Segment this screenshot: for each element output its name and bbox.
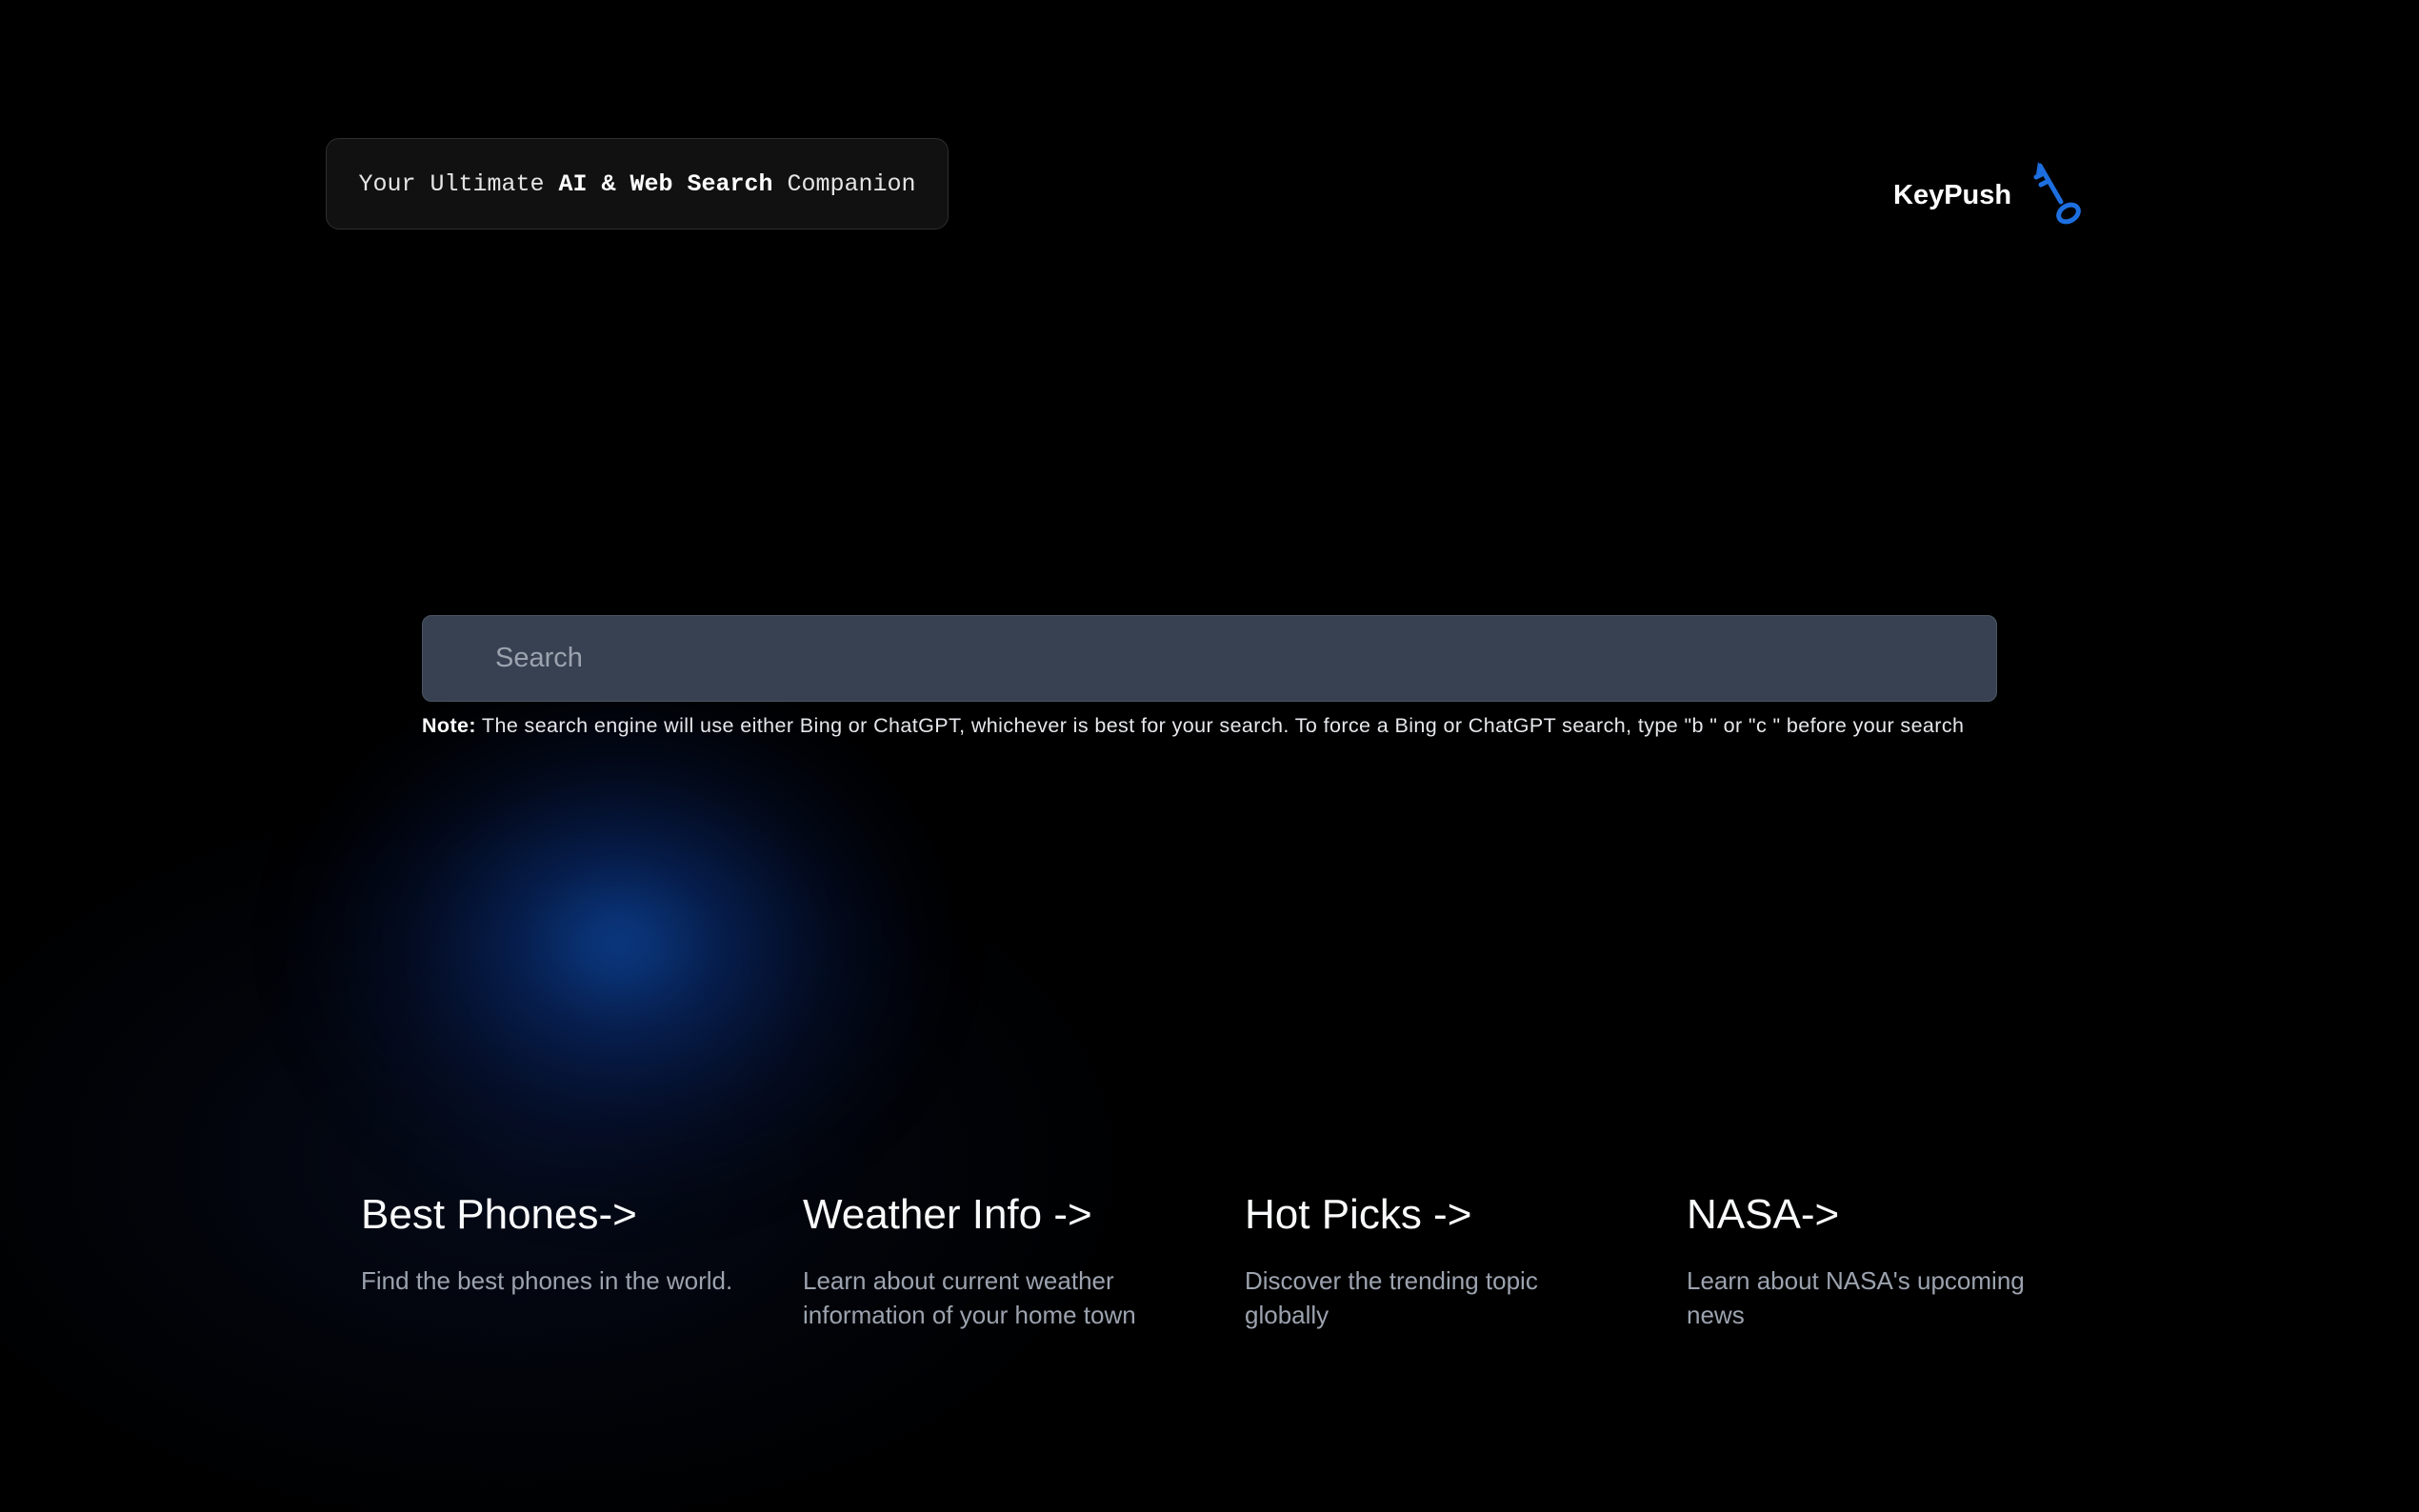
card-nasa[interactable]: NASA-> Learn about NASA's upcoming news (1687, 1190, 2068, 1332)
card-title[interactable]: NASA-> (1687, 1190, 2068, 1241)
card-hot-picks[interactable]: Hot Picks -> Discover the trending topic… (1245, 1190, 1626, 1332)
card-weather-info[interactable]: Weather Info -> Learn about current weat… (803, 1190, 1184, 1332)
note-text: The search engine will use either Bing o… (475, 714, 1965, 737)
key-icon (2032, 160, 2086, 231)
tagline-bold: AI & Web Search (558, 169, 773, 198)
card-description: Discover the trending topic globally (1245, 1265, 1538, 1329)
brand-logo[interactable]: KeyPush (1893, 160, 2086, 231)
card-best-phones[interactable]: Best Phones-> Find the best phones in th… (361, 1190, 742, 1298)
brand-name: KeyPush (1893, 180, 2012, 210)
tagline-prefix: Your Ultimate (358, 169, 559, 198)
tagline-badge: Your Ultimate AI & Web Search Companion (326, 138, 949, 229)
background-glow (286, 666, 952, 1219)
card-description: Learn about current weather information … (803, 1265, 1136, 1329)
card-description: Learn about NASA's upcoming news (1687, 1265, 2025, 1329)
card-title[interactable]: Hot Picks -> (1245, 1190, 1626, 1241)
card-title[interactable]: Best Phones-> (361, 1190, 742, 1241)
note-label: Note: (422, 714, 476, 737)
card-title[interactable]: Weather Info -> (803, 1190, 1184, 1241)
search-note: Note: The search engine will use either … (422, 705, 2003, 746)
search-input[interactable] (493, 642, 1996, 675)
card-description: Find the best phones in the world. (361, 1265, 733, 1295)
tagline-suffix: Companion (772, 169, 916, 198)
search-bar[interactable] (422, 615, 1997, 702)
